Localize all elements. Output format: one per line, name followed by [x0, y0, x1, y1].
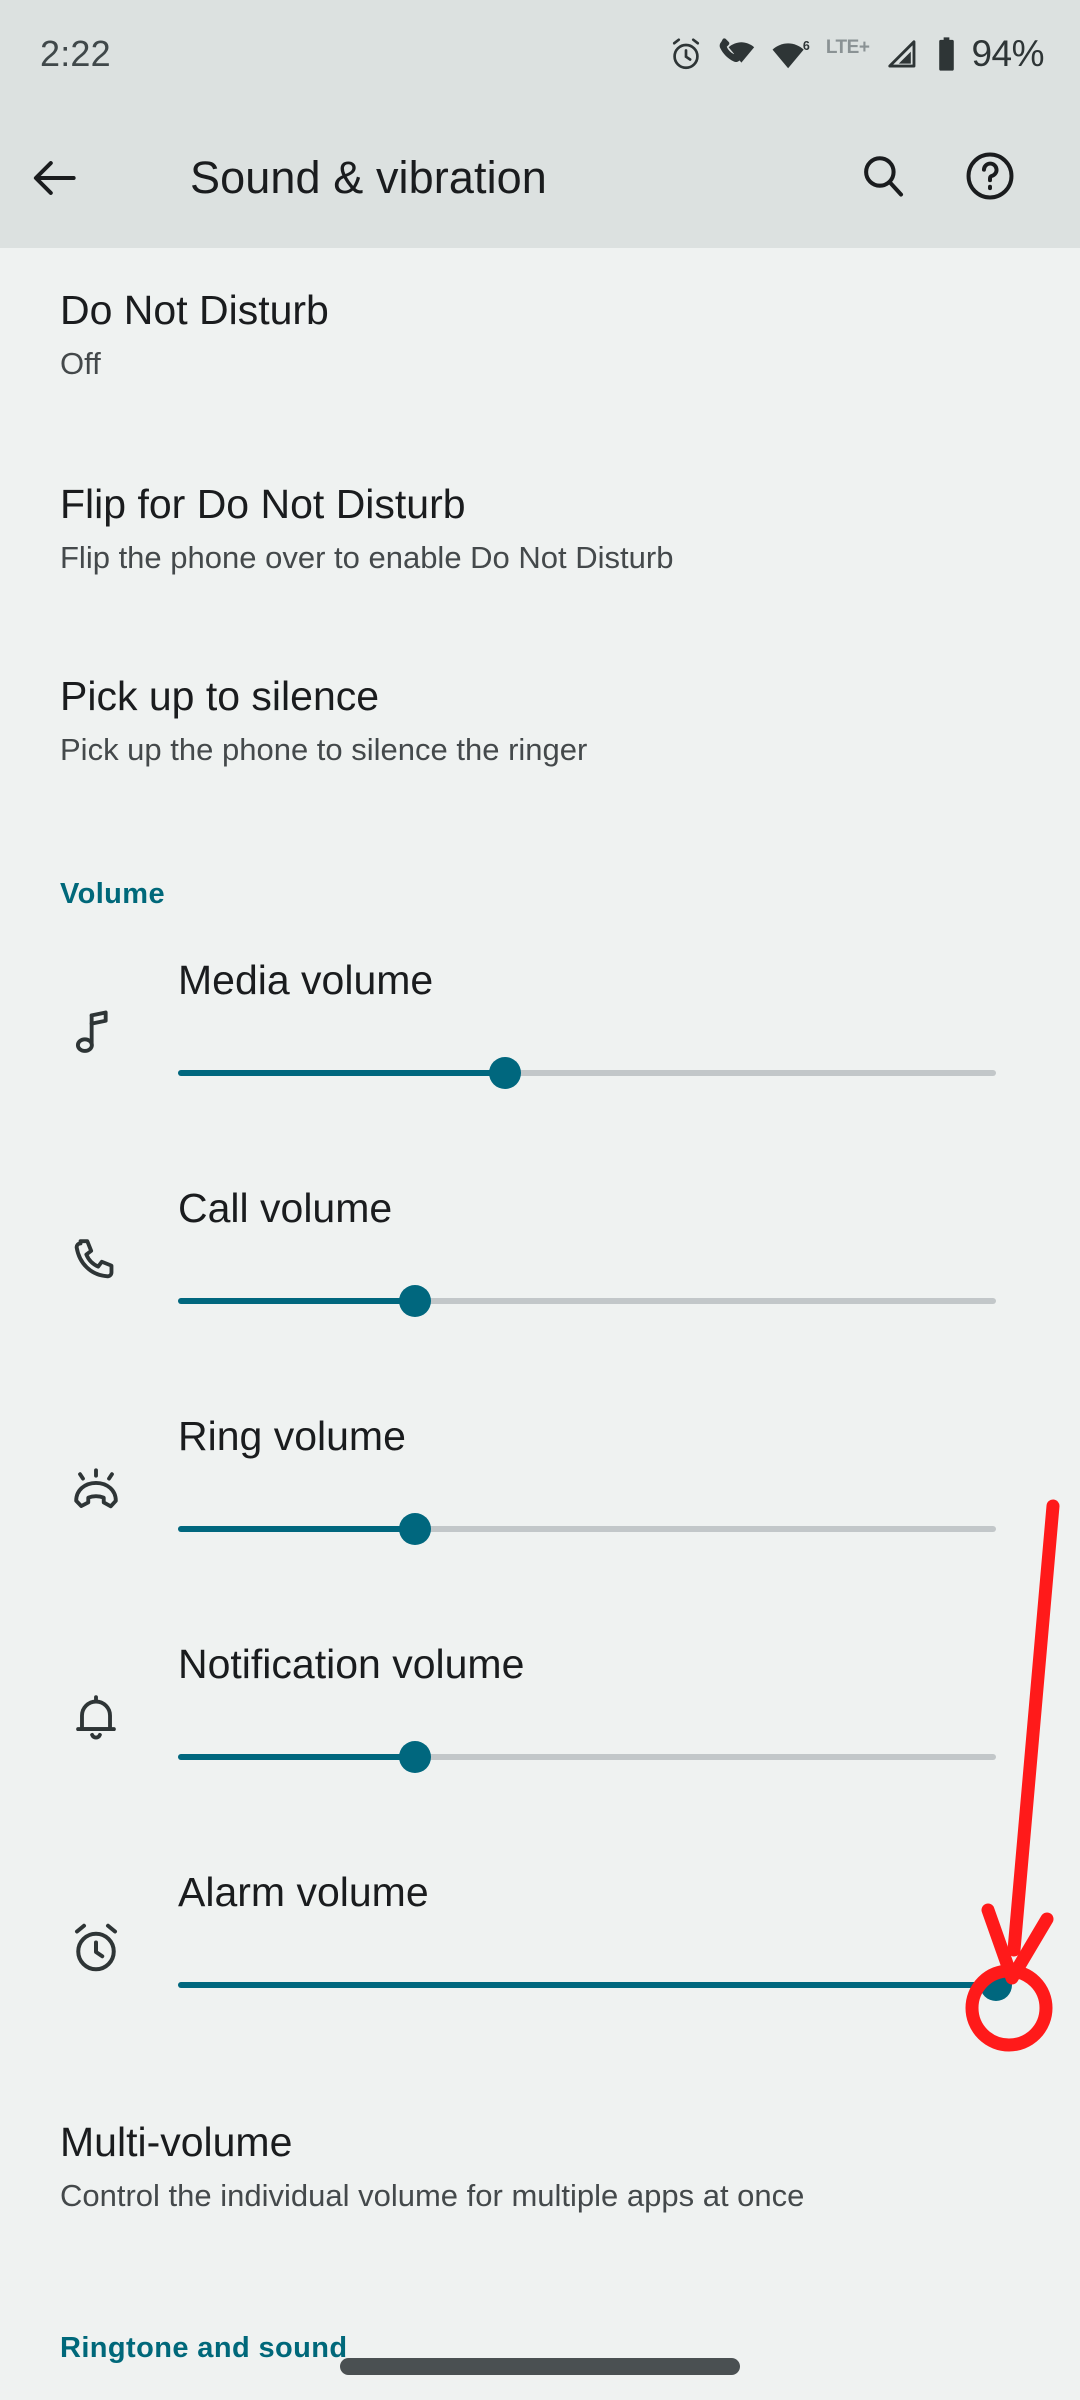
- pref-do-not-disturb[interactable]: Do Not Disturb Off: [0, 286, 1080, 384]
- volume-row-media[interactable]: Media volume: [0, 960, 1080, 1103]
- volume-row-alarm[interactable]: Alarm volume: [0, 1872, 1080, 2015]
- pref-pick-up-to-silence[interactable]: Pick up to silence Pick up the phone to …: [0, 672, 1080, 770]
- slider-thumb[interactable]: [980, 1969, 1012, 2001]
- volume-row-call[interactable]: Call volume: [0, 1188, 1080, 1331]
- ring-volume-slider[interactable]: [178, 1499, 996, 1559]
- slider-thumb[interactable]: [489, 1057, 522, 1089]
- alarm-volume-slider[interactable]: [178, 1955, 1012, 2015]
- alarm-clock-icon: [60, 1912, 132, 1984]
- help-icon: [966, 152, 1014, 199]
- pref-summary: Flip the phone over to enable Do Not Dis…: [60, 540, 674, 576]
- volume-label: Ring volume: [178, 1413, 406, 1459]
- battery-percent: 94%: [971, 33, 1044, 74]
- media-volume-slider[interactable]: [178, 1043, 996, 1103]
- alarm-icon: [672, 38, 699, 70]
- back-button[interactable]: [0, 150, 110, 206]
- app-bar-actions: [856, 148, 1080, 209]
- signal-icon: [888, 40, 916, 68]
- pref-summary: Off: [60, 346, 101, 382]
- slider-thumb[interactable]: [399, 1285, 432, 1317]
- lte-icon: LTE+: [825, 36, 870, 58]
- phone-icon: [60, 1226, 132, 1298]
- notification-volume-slider[interactable]: [178, 1727, 996, 1787]
- battery-icon: [939, 37, 955, 71]
- pref-flip-for-do-not-disturb[interactable]: Flip for Do Not Disturb Flip the phone o…: [0, 480, 1080, 578]
- wifi-icon: 6: [772, 39, 810, 69]
- slider-fill: [178, 1982, 996, 1988]
- gesture-navigation-bar: [0, 2344, 1080, 2400]
- bell-icon: [60, 1682, 132, 1754]
- help-button[interactable]: [962, 148, 1018, 209]
- pref-title: Multi-volume: [60, 2119, 293, 2165]
- back-arrow-icon: [33, 161, 76, 195]
- pref-title: Do Not Disturb: [60, 287, 329, 333]
- settings-content: Do Not Disturb Off Flip for Do Not Distu…: [0, 248, 1080, 2400]
- volume-label: Call volume: [178, 1185, 393, 1231]
- section-header-volume: Volume: [60, 878, 165, 910]
- pref-title: Pick up to silence: [60, 673, 380, 719]
- volume-label: Media volume: [178, 957, 434, 1003]
- status-clock: 2:22: [40, 33, 111, 74]
- search-button[interactable]: [856, 149, 910, 208]
- search-icon: [864, 155, 904, 196]
- slider-fill: [178, 1526, 416, 1532]
- slider-fill: [178, 1070, 506, 1076]
- pref-title: Flip for Do Not Disturb: [60, 481, 466, 527]
- status-icon-tray: 6 LTE+ 94%: [667, 33, 1044, 75]
- volume-row-ring[interactable]: Ring volume: [0, 1416, 1080, 1559]
- vowifi-icon: [719, 38, 755, 63]
- ring-phone-icon: [60, 1458, 132, 1530]
- slider-thumb[interactable]: [399, 1741, 432, 1773]
- page-title: Sound & vibration: [190, 152, 547, 203]
- status-bar: 2:22 6 LTE+ 94%: [0, 0, 1080, 108]
- app-bar: Sound & vibration: [0, 108, 1080, 248]
- call-volume-slider[interactable]: [178, 1271, 996, 1331]
- pref-summary: Control the individual volume for multip…: [60, 2178, 805, 2214]
- slider-thumb[interactable]: [399, 1513, 432, 1545]
- music-note-icon: [60, 998, 132, 1070]
- home-gesture-pill[interactable]: [340, 2357, 740, 2375]
- volume-label: Notification volume: [178, 1641, 525, 1687]
- slider-fill: [178, 1298, 416, 1304]
- volume-label: Alarm volume: [178, 1869, 429, 1915]
- pref-summary: Pick up the phone to silence the ringer: [60, 732, 588, 768]
- volume-row-notification[interactable]: Notification volume: [0, 1644, 1080, 1787]
- phone-screen: 2:22 6 LTE+ 94% Sound & vibration Do Not…: [0, 0, 1080, 2400]
- svg-text:6: 6: [803, 39, 810, 53]
- pref-multi-volume[interactable]: Multi-volume Control the individual volu…: [0, 2118, 1080, 2216]
- slider-fill: [178, 1754, 416, 1760]
